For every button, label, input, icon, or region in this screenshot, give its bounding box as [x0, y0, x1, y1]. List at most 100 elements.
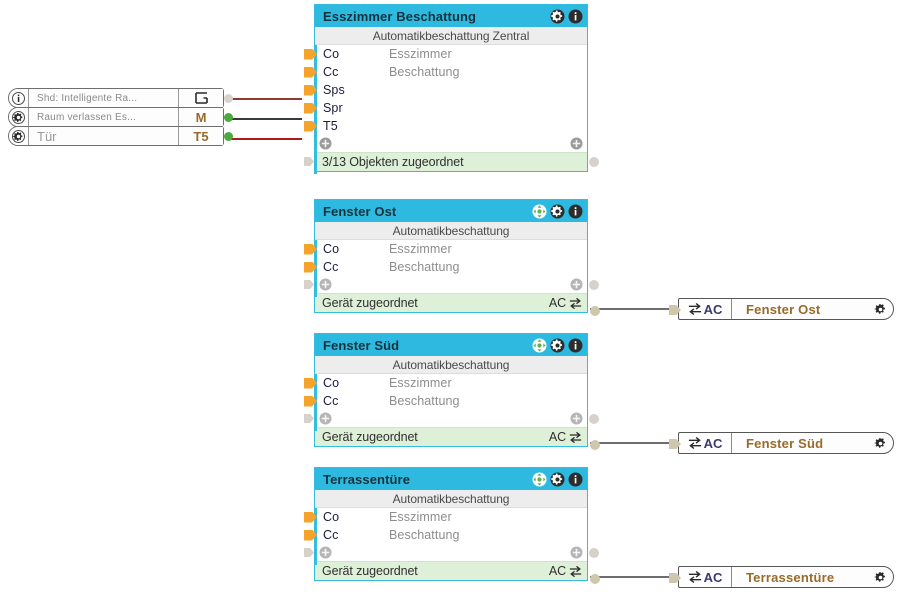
unconnected-output-stub[interactable]: [589, 548, 599, 558]
unconnected-input-stub[interactable]: [304, 280, 314, 289]
port-value: Beschattung: [389, 394, 460, 408]
device-node-fenster-ost[interactable]: AC Fenster Ost: [669, 298, 894, 320]
node-add-row[interactable]: [315, 135, 587, 152]
device-ac-badge[interactable]: AC: [679, 299, 732, 319]
flow-canvas[interactable]: Shd: Intelligente Ra... Raum verlassen E…: [0, 0, 906, 597]
port-key: Cc: [323, 65, 339, 79]
unconnected-output-stub[interactable]: [589, 280, 599, 290]
device-node-terrassentuere[interactable]: AC Terrassentüre: [669, 566, 894, 588]
node-esszimmer-beschattung[interactable]: Esszimmer Beschattung Automatikbeschattu…: [304, 4, 599, 174]
add-input-icon[interactable]: [319, 546, 332, 559]
add-input-icon[interactable]: [319, 412, 332, 425]
node-port-row[interactable]: Spr: [304, 99, 587, 117]
node-output-port[interactable]: [590, 306, 600, 316]
add-input-icon[interactable]: [319, 137, 332, 150]
node-port-row[interactable]: Co Esszimmer: [304, 240, 587, 258]
node-add-row[interactable]: [315, 276, 587, 293]
gear-icon[interactable]: [867, 567, 893, 587]
node-port-row[interactable]: Cc Beschattung: [304, 63, 587, 81]
device-node-fenster-sued[interactable]: AC Fenster Süd: [669, 432, 894, 454]
device-name: Terrassentüre: [746, 569, 835, 585]
node-footer-text: Gerät zugeordnet: [322, 564, 418, 578]
node-footer[interactable]: Gerät zugeordnet AC: [315, 427, 587, 446]
source-node-label: Raum verlassen Es...: [37, 111, 137, 123]
source-output-port[interactable]: [224, 132, 233, 141]
gear-icon[interactable]: [550, 338, 565, 353]
unconnected-output-stub[interactable]: [589, 414, 599, 424]
node-header[interactable]: Fenster Ost: [315, 200, 587, 222]
device-name: Fenster Ost: [746, 301, 821, 317]
source-output-port[interactable]: [224, 113, 233, 122]
port-value: Esszimmer: [389, 510, 452, 524]
node-terrassentuere[interactable]: Terrassentüre Automatikbeschattung Co Es…: [304, 467, 600, 584]
node-port-row[interactable]: T5: [304, 117, 587, 135]
node-output-port[interactable]: [590, 440, 600, 450]
port-value: Beschattung: [389, 65, 460, 79]
info-icon[interactable]: [568, 338, 583, 353]
node-footer-right[interactable]: AC: [549, 296, 582, 310]
swap-icon: [688, 302, 702, 316]
gear-icon[interactable]: [9, 127, 29, 145]
gear-icon[interactable]: [867, 433, 893, 453]
node-footer-right[interactable]: AC: [549, 430, 582, 444]
node-header[interactable]: Esszimmer Beschattung: [315, 5, 587, 27]
node-add-row[interactable]: [315, 544, 587, 561]
node-add-row[interactable]: [315, 410, 587, 427]
node-port-row[interactable]: Sps: [304, 81, 587, 99]
swap-icon[interactable]: [569, 565, 582, 578]
node-footer[interactable]: 3/13 Objekten zugeordnet: [315, 152, 587, 171]
gear-icon[interactable]: [550, 472, 565, 487]
node-port-row[interactable]: Cc Beschattung: [304, 392, 587, 410]
unconnected-output-stub[interactable]: [589, 157, 599, 167]
node-subtitle: Automatikbeschattung: [315, 356, 587, 374]
unconnected-input-stub[interactable]: [304, 414, 314, 423]
unconnected-input-stub[interactable]: [304, 548, 314, 557]
node-fenster-ost[interactable]: Fenster Ost Automatikbeschattung Co Essz…: [304, 199, 600, 316]
info-icon[interactable]: [9, 89, 29, 107]
node-port-row[interactable]: Co Esszimmer: [304, 45, 587, 63]
swap-icon[interactable]: [569, 431, 582, 444]
node-footer-right[interactable]: AC: [549, 564, 582, 578]
move-icon[interactable]: [532, 338, 547, 353]
move-icon[interactable]: [532, 204, 547, 219]
node-footer[interactable]: Gerät zugeordnet AC: [315, 561, 587, 580]
node-header[interactable]: Terrassentüre: [315, 468, 587, 490]
source-node-tag[interactable]: M: [178, 108, 223, 126]
node-port-row[interactable]: Co Esszimmer: [304, 374, 587, 392]
source-node-raum-verlassen[interactable]: Raum verlassen Es... M: [8, 107, 233, 127]
source-node-label: Tür: [37, 128, 57, 144]
gear-icon[interactable]: [867, 299, 893, 319]
source-node-tag[interactable]: T5: [178, 127, 223, 145]
node-fenster-sued[interactable]: Fenster Süd Automatikbeschattung Co Essz…: [304, 333, 600, 450]
source-node-tuer[interactable]: Tür T5: [8, 126, 233, 146]
node-port-row[interactable]: Co Esszimmer: [304, 508, 587, 526]
node-body: Co Esszimmer Cc Beschattung: [304, 374, 599, 431]
node-footer[interactable]: Gerät zugeordnet AC: [315, 293, 587, 312]
info-icon[interactable]: [568, 9, 583, 24]
add-output-icon[interactable]: [570, 412, 583, 425]
device-ac-badge[interactable]: AC: [679, 433, 732, 453]
node-body: Co Esszimmer Cc Beschattung: [304, 508, 599, 565]
node-output-port[interactable]: [590, 574, 600, 584]
unconnected-input-stub[interactable]: [304, 157, 314, 166]
node-subtitle: Automatikbeschattung Zentral: [315, 27, 587, 45]
add-input-icon[interactable]: [319, 278, 332, 291]
port-key: Co: [323, 376, 340, 390]
gear-icon[interactable]: [9, 108, 29, 126]
info-icon[interactable]: [568, 204, 583, 219]
node-port-row[interactable]: Cc Beschattung: [304, 258, 587, 276]
gear-icon[interactable]: [550, 9, 565, 24]
node-port-row[interactable]: Cc Beschattung: [304, 526, 587, 544]
source-node-shd[interactable]: Shd: Intelligente Ra...: [8, 88, 233, 108]
gear-icon[interactable]: [550, 204, 565, 219]
source-node-tag[interactable]: [178, 89, 223, 107]
move-icon[interactable]: [532, 472, 547, 487]
add-output-icon[interactable]: [570, 546, 583, 559]
source-output-port[interactable]: [224, 94, 233, 103]
device-ac-badge[interactable]: AC: [679, 567, 732, 587]
swap-icon[interactable]: [569, 297, 582, 310]
add-output-icon[interactable]: [570, 137, 583, 150]
add-output-icon[interactable]: [570, 278, 583, 291]
info-icon[interactable]: [568, 472, 583, 487]
node-header[interactable]: Fenster Süd: [315, 334, 587, 356]
